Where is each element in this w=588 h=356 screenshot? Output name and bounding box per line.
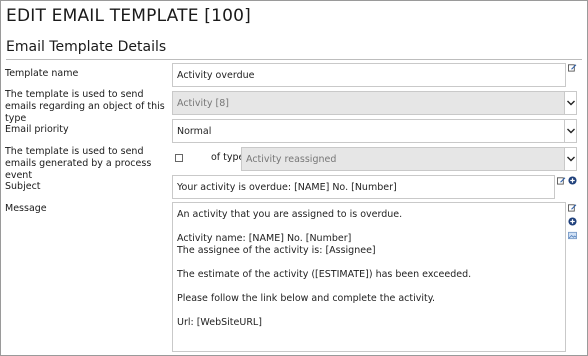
add-circle-icon[interactable]	[568, 217, 577, 226]
process-event-label: The template is used to send emails gene…	[5, 146, 152, 181]
process-event-checkbox[interactable]	[175, 154, 183, 162]
section-divider	[6, 59, 582, 60]
edit-icon[interactable]	[557, 176, 566, 185]
chevron-down-icon	[564, 92, 576, 114]
image-icon[interactable]	[568, 231, 577, 240]
event-type-select: Activity reassigned	[241, 147, 577, 171]
add-circle-icon[interactable]	[568, 176, 577, 185]
object-type-select: Activity [8]	[172, 91, 577, 115]
message-textarea[interactable]: An activity that you are assigned to is …	[172, 202, 566, 352]
page-title: EDIT EMAIL TEMPLATE [100]	[6, 6, 252, 26]
object-type-value: Activity [8]	[177, 97, 230, 109]
template-name-label: Template name	[5, 68, 79, 79]
subject-label: Subject	[5, 181, 41, 192]
priority-value: Normal	[177, 125, 212, 137]
event-type-value: Activity reassigned	[246, 153, 337, 165]
object-type-label: The template is used to send emails rega…	[5, 89, 165, 124]
of-type-label: of type	[211, 152, 245, 163]
section-title: Email Template Details	[6, 39, 167, 55]
subject-input[interactable]: Your activity is overdue: [NAME] No. [Nu…	[172, 175, 555, 199]
priority-select[interactable]: Normal	[172, 119, 577, 143]
template-name-value: Activity overdue	[177, 69, 255, 81]
edit-icon[interactable]	[568, 63, 577, 72]
priority-label: Email priority	[5, 124, 69, 135]
chevron-down-icon[interactable]	[564, 120, 576, 142]
edit-icon[interactable]	[568, 203, 577, 212]
chevron-down-icon	[564, 148, 576, 170]
message-label: Message	[5, 203, 47, 214]
template-name-input[interactable]: Activity overdue	[172, 63, 566, 87]
subject-value: Your activity is overdue: [NAME] No. [Nu…	[177, 181, 397, 193]
